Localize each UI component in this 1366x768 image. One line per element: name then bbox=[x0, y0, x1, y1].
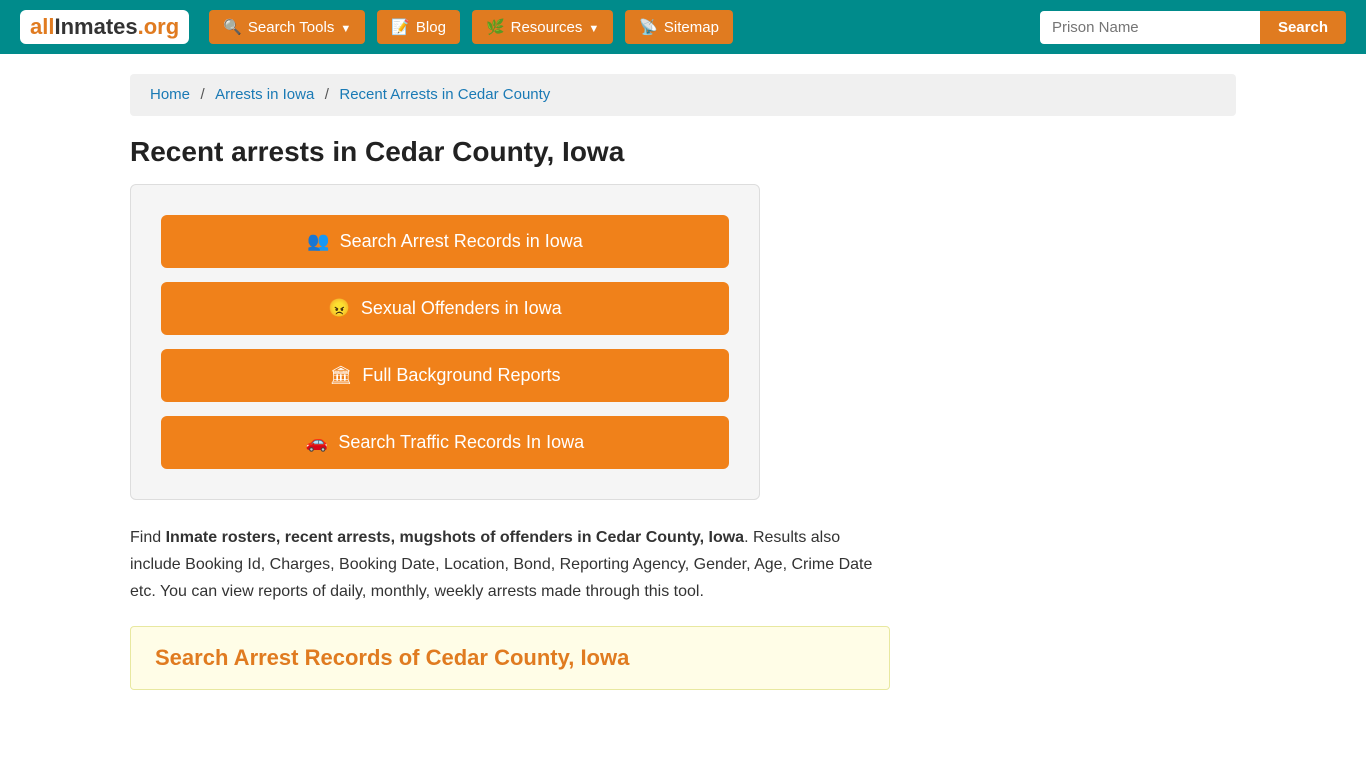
main-content: Recent arrests in Cedar County, Iowa 👥 S… bbox=[130, 126, 1236, 720]
sitemap-icon: 📡 bbox=[639, 18, 658, 36]
background-reports-icon: 🏛 bbox=[330, 365, 353, 386]
arrest-records-button[interactable]: 👥 Search Arrest Records in Iowa bbox=[161, 215, 729, 268]
breadcrumb-home[interactable]: Home bbox=[150, 86, 190, 103]
search-tools-label: Search Tools bbox=[248, 19, 334, 36]
site-logo[interactable]: allInmates.org bbox=[20, 10, 189, 44]
arrest-records-label: Search Arrest Records in Iowa bbox=[340, 231, 583, 252]
resources-dropdown-arrow bbox=[588, 19, 599, 36]
nav-resources[interactable]: 🌿 Resources bbox=[472, 10, 613, 44]
nav-blog[interactable]: 📝 Blog bbox=[377, 10, 460, 44]
action-button-box: 👥 Search Arrest Records in Iowa 😠 Sexual… bbox=[130, 184, 760, 500]
resources-icon: 🌿 bbox=[486, 18, 505, 36]
description-paragraph: Find Inmate rosters, recent arrests, mug… bbox=[130, 524, 890, 606]
search-section-title: Search Arrest Records of Cedar County, I… bbox=[155, 645, 865, 671]
sexual-offenders-label: Sexual Offenders in Iowa bbox=[361, 298, 562, 319]
nav-search-tools[interactable]: 🔍 Search Tools bbox=[209, 10, 365, 44]
breadcrumb: Home / Arrests in Iowa / Recent Arrests … bbox=[130, 74, 1236, 116]
background-reports-label: Full Background Reports bbox=[362, 365, 560, 386]
breadcrumb-current: Recent Arrests in Cedar County bbox=[339, 86, 550, 103]
logo-inmates-text: Inmates bbox=[54, 14, 137, 39]
traffic-records-icon: 🚗 bbox=[306, 432, 328, 453]
blog-icon: 📝 bbox=[391, 18, 410, 36]
sitemap-label: Sitemap bbox=[664, 19, 719, 36]
sexual-offenders-icon: 😠 bbox=[328, 298, 350, 319]
description-bold: Inmate rosters, recent arrests, mugshots… bbox=[166, 529, 745, 546]
search-section: Search Arrest Records of Cedar County, I… bbox=[130, 626, 890, 690]
sexual-offenders-button[interactable]: 😠 Sexual Offenders in Iowa bbox=[161, 282, 729, 335]
breadcrumb-sep-1: / bbox=[200, 86, 204, 103]
page-title: Recent arrests in Cedar County, Iowa bbox=[130, 136, 1236, 168]
resources-label: Resources bbox=[511, 19, 583, 36]
description-intro: Find bbox=[130, 529, 166, 546]
arrest-records-icon: 👥 bbox=[307, 231, 329, 252]
nav-sitemap[interactable]: 📡 Sitemap bbox=[625, 10, 733, 44]
logo-all-text: all bbox=[30, 14, 54, 39]
logo-org-text: .org bbox=[138, 14, 180, 39]
prison-name-input[interactable] bbox=[1040, 11, 1260, 44]
header-search: Search bbox=[1040, 11, 1346, 44]
breadcrumb-sep-2: / bbox=[325, 86, 329, 103]
header-search-button[interactable]: Search bbox=[1260, 11, 1346, 44]
breadcrumb-arrests-iowa[interactable]: Arrests in Iowa bbox=[215, 86, 314, 103]
site-header: allInmates.org 🔍 Search Tools 📝 Blog 🌿 R… bbox=[0, 0, 1366, 54]
search-tools-dropdown-arrow bbox=[340, 19, 351, 36]
blog-label: Blog bbox=[416, 19, 446, 36]
header-search-label: Search bbox=[1278, 19, 1328, 36]
background-reports-button[interactable]: 🏛 Full Background Reports bbox=[161, 349, 729, 402]
search-tools-icon: 🔍 bbox=[223, 18, 242, 36]
traffic-records-label: Search Traffic Records In Iowa bbox=[338, 432, 584, 453]
traffic-records-button[interactable]: 🚗 Search Traffic Records In Iowa bbox=[161, 416, 729, 469]
